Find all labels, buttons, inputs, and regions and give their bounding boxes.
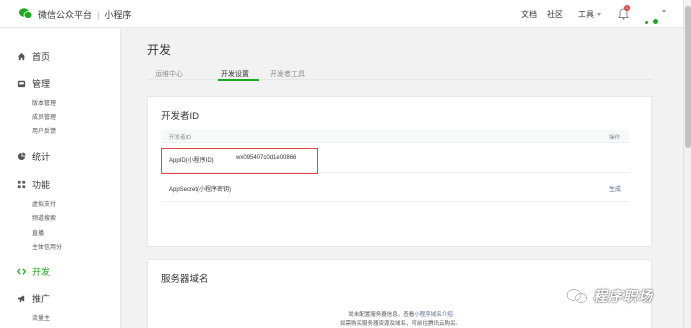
nav-community-link[interactable]: 社区 bbox=[547, 9, 563, 20]
sidebar-item-label: 功能 bbox=[32, 180, 51, 190]
sidebar: 首页 管理 版本管理 成员管理 用户反馈 统计 功能 虚拟支付 频道搜索 直播 … bbox=[0, 29, 121, 328]
wechat-logo-icon bbox=[19, 8, 32, 19]
tab-dev-settings[interactable]: 开发设置 bbox=[221, 69, 249, 79]
sidebar-item-develop[interactable]: 开发 bbox=[17, 265, 50, 278]
avatar[interactable] bbox=[645, 11, 659, 29]
code-icon bbox=[17, 268, 26, 275]
main-content: 开发 运维中心 开发设置 开发者工具 开发者ID 开发者ID 操作 AppID(… bbox=[121, 29, 683, 328]
domain-intro-link[interactable]: 小程序域名介绍 bbox=[414, 312, 453, 318]
tab-dev-tools[interactable]: 开发者工具 bbox=[270, 69, 305, 79]
empty-state-line-2: 如需购买服务器资源及域名，可前往腾讯云购买。 bbox=[339, 321, 461, 327]
sidebar-item-virtual-payment[interactable]: 虚拟支付 bbox=[32, 199, 56, 208]
nav-tools-menu[interactable]: 工具 bbox=[578, 9, 601, 20]
table-header: 开发者ID 操作 bbox=[161, 130, 629, 143]
home-icon bbox=[17, 52, 26, 61]
sidebar-item-version-manage[interactable]: 版本管理 bbox=[32, 98, 56, 107]
column-header-action: 操作 bbox=[609, 135, 621, 141]
page-title: 开发 bbox=[147, 43, 172, 57]
empty-state-line-1: 尚未配置服务器信息，查看小程序域名介绍 bbox=[148, 310, 653, 318]
wechat-watermark-icon bbox=[566, 288, 588, 304]
sidebar-item-home[interactable]: 首页 bbox=[17, 50, 50, 63]
appsecret-label: AppSecret(小程序密钥) bbox=[169, 187, 232, 193]
brand-title[interactable]: 微信公众平台 | 小程序 bbox=[38, 8, 131, 21]
sidebar-item-label: 首页 bbox=[32, 52, 51, 62]
top-bar: 微信公众平台 | 小程序 文档 社区 工具 1 bbox=[0, 0, 683, 28]
generate-secret-button[interactable]: 生成 bbox=[609, 184, 621, 193]
grid-icon bbox=[17, 180, 26, 189]
inbox-icon bbox=[17, 80, 26, 88]
empty-state-text: 尚未配置服务器信息，查看 bbox=[348, 312, 415, 318]
notification-badge: 1 bbox=[624, 5, 630, 11]
sidebar-item-label: 管理 bbox=[32, 79, 51, 89]
card-title: 开发者ID bbox=[161, 111, 200, 122]
developer-id-card: 开发者ID 开发者ID 操作 AppID(小程序ID) wx095407c0d1… bbox=[147, 96, 652, 247]
tab-bar: 运维中心 开发设置 开发者工具 bbox=[147, 66, 652, 81]
chevron-down-icon bbox=[597, 13, 601, 17]
product-name: 小程序 bbox=[104, 10, 132, 20]
sidebar-item-member-manage[interactable]: 成员管理 bbox=[32, 112, 56, 121]
column-header-id: 开发者ID bbox=[169, 135, 192, 141]
card-title: 服务器域名 bbox=[161, 274, 209, 285]
nav-tools-label: 工具 bbox=[578, 10, 594, 19]
brand-separator: | bbox=[97, 10, 100, 20]
tab-ops-center[interactable]: 运维中心 bbox=[155, 69, 183, 79]
sidebar-item-label: 推广 bbox=[32, 294, 51, 304]
sidebar-item-traffic-owner[interactable]: 流量主 bbox=[32, 313, 50, 322]
nav-docs-link[interactable]: 文档 bbox=[521, 9, 537, 20]
sidebar-item-features[interactable]: 功能 bbox=[17, 178, 50, 191]
scrollbar[interactable] bbox=[683, 0, 691, 328]
platform-name: 微信公众平台 bbox=[38, 10, 93, 20]
sidebar-item-credit-score[interactable]: 主体信用分 bbox=[32, 242, 62, 251]
scrollbar-thumb[interactable] bbox=[685, 6, 691, 148]
active-tab-indicator bbox=[218, 79, 259, 81]
sidebar-item-manage[interactable]: 管理 bbox=[17, 77, 50, 90]
watermark: 程序职场 bbox=[566, 286, 653, 306]
megaphone-icon bbox=[17, 295, 25, 303]
sidebar-item-label: 统计 bbox=[32, 152, 51, 162]
sidebar-item-label: 开发 bbox=[32, 267, 51, 277]
user-menu-chevron-icon[interactable] bbox=[662, 10, 666, 13]
sidebar-item-stats[interactable]: 统计 bbox=[17, 150, 50, 163]
table-row-appsecret: AppSecret(小程序密钥) 生成 bbox=[161, 173, 629, 202]
appid-highlight-box bbox=[161, 148, 318, 174]
pie-chart-icon bbox=[17, 152, 26, 161]
sidebar-item-channel-search[interactable]: 频道搜索 bbox=[32, 213, 56, 222]
sidebar-item-user-feedback[interactable]: 用户反馈 bbox=[32, 126, 56, 135]
sidebar-item-promote[interactable]: 推广 bbox=[17, 292, 50, 305]
sidebar-item-live[interactable]: 直播 bbox=[32, 228, 44, 237]
watermark-text: 程序职场 bbox=[593, 288, 653, 304]
